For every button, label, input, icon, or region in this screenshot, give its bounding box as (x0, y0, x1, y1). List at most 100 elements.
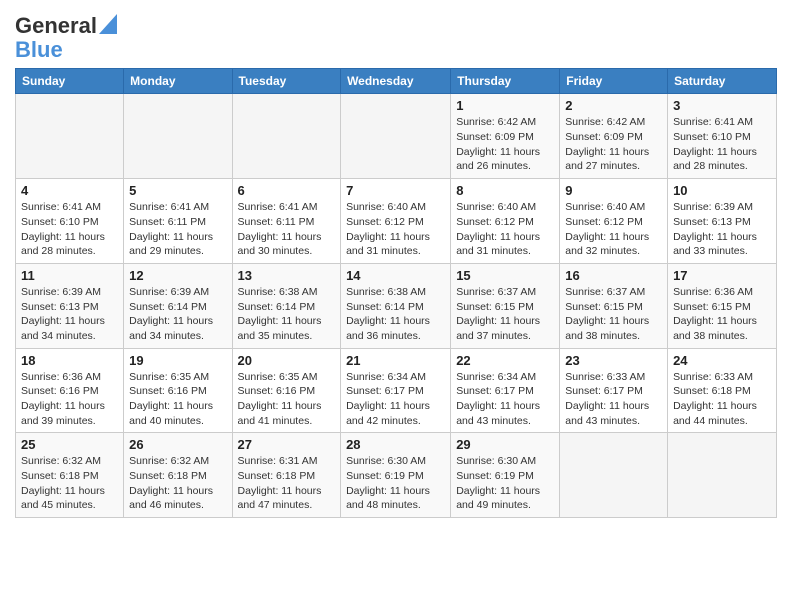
calendar-cell: 27 Sunrise: 6:31 AM Sunset: 6:18 PM Dayli… (232, 433, 341, 518)
day-info: Sunrise: 6:39 AM Sunset: 6:13 PM Dayligh… (673, 200, 771, 259)
day-number: 13 (238, 268, 336, 283)
day-info: Sunrise: 6:38 AM Sunset: 6:14 PM Dayligh… (346, 285, 445, 344)
day-number: 16 (565, 268, 662, 283)
day-info: Sunrise: 6:32 AM Sunset: 6:18 PM Dayligh… (21, 454, 118, 513)
calendar-cell: 9 Sunrise: 6:40 AM Sunset: 6:12 PM Daylig… (560, 179, 668, 264)
day-info: Sunrise: 6:30 AM Sunset: 6:19 PM Dayligh… (346, 454, 445, 513)
day-number: 21 (346, 353, 445, 368)
calendar-cell: 16 Sunrise: 6:37 AM Sunset: 6:15 PM Dayli… (560, 263, 668, 348)
calendar-cell: 17 Sunrise: 6:36 AM Sunset: 6:15 PM Dayli… (668, 263, 777, 348)
weekday-header-row: SundayMondayTuesdayWednesdayThursdayFrid… (16, 69, 777, 94)
calendar-week-row: 25 Sunrise: 6:32 AM Sunset: 6:18 PM Dayli… (16, 433, 777, 518)
calendar-cell: 6 Sunrise: 6:41 AM Sunset: 6:11 PM Daylig… (232, 179, 341, 264)
calendar-cell: 22 Sunrise: 6:34 AM Sunset: 6:17 PM Dayli… (451, 348, 560, 433)
calendar-cell: 11 Sunrise: 6:39 AM Sunset: 6:13 PM Dayli… (16, 263, 124, 348)
calendar-week-row: 18 Sunrise: 6:36 AM Sunset: 6:16 PM Dayli… (16, 348, 777, 433)
day-number: 9 (565, 183, 662, 198)
day-info: Sunrise: 6:39 AM Sunset: 6:13 PM Dayligh… (21, 285, 118, 344)
day-info: Sunrise: 6:37 AM Sunset: 6:15 PM Dayligh… (456, 285, 554, 344)
calendar-week-row: 4 Sunrise: 6:41 AM Sunset: 6:10 PM Daylig… (16, 179, 777, 264)
calendar-cell (341, 94, 451, 179)
calendar-cell: 2 Sunrise: 6:42 AM Sunset: 6:09 PM Daylig… (560, 94, 668, 179)
calendar-cell: 3Sunrise: 6:41 AM Sunset: 6:10 PM Daylig… (668, 94, 777, 179)
weekday-header-sunday: Sunday (16, 69, 124, 94)
calendar-week-row: 1 Sunrise: 6:42 AM Sunset: 6:09 PM Daylig… (16, 94, 777, 179)
day-info: Sunrise: 6:34 AM Sunset: 6:17 PM Dayligh… (346, 370, 445, 429)
day-number: 5 (129, 183, 226, 198)
day-number: 26 (129, 437, 226, 452)
calendar-cell: 13 Sunrise: 6:38 AM Sunset: 6:14 PM Dayli… (232, 263, 341, 348)
logo: General Blue (15, 14, 117, 62)
calendar-cell: 26 Sunrise: 6:32 AM Sunset: 6:18 PM Dayli… (124, 433, 232, 518)
weekday-header-thursday: Thursday (451, 69, 560, 94)
day-number: 1 (456, 98, 554, 113)
calendar-cell (232, 94, 341, 179)
day-number: 25 (21, 437, 118, 452)
day-info: Sunrise: 6:33 AM Sunset: 6:17 PM Dayligh… (565, 370, 662, 429)
day-number: 2 (565, 98, 662, 113)
calendar-cell: 25 Sunrise: 6:32 AM Sunset: 6:18 PM Dayli… (16, 433, 124, 518)
day-number: 29 (456, 437, 554, 452)
calendar-cell: 24 Sunrise: 6:33 AM Sunset: 6:18 PM Dayli… (668, 348, 777, 433)
day-info: Sunrise: 6:36 AM Sunset: 6:15 PM Dayligh… (673, 285, 771, 344)
calendar-cell: 29 Sunrise: 6:30 AM Sunset: 6:19 PM Dayli… (451, 433, 560, 518)
day-number: 28 (346, 437, 445, 452)
calendar-cell: 23 Sunrise: 6:33 AM Sunset: 6:17 PM Dayli… (560, 348, 668, 433)
day-info: Sunrise: 6:33 AM Sunset: 6:18 PM Dayligh… (673, 370, 771, 429)
day-number: 14 (346, 268, 445, 283)
calendar-cell (560, 433, 668, 518)
day-info: Sunrise: 6:42 AM Sunset: 6:09 PM Dayligh… (456, 115, 554, 174)
calendar-cell: 7Sunrise: 6:40 AM Sunset: 6:12 PM Daylig… (341, 179, 451, 264)
day-info: Sunrise: 6:41 AM Sunset: 6:11 PM Dayligh… (129, 200, 226, 259)
day-info: Sunrise: 6:40 AM Sunset: 6:12 PM Dayligh… (565, 200, 662, 259)
day-info: Sunrise: 6:37 AM Sunset: 6:15 PM Dayligh… (565, 285, 662, 344)
day-number: 20 (238, 353, 336, 368)
day-number: 12 (129, 268, 226, 283)
day-info: Sunrise: 6:30 AM Sunset: 6:19 PM Dayligh… (456, 454, 554, 513)
day-number: 17 (673, 268, 771, 283)
day-number: 4 (21, 183, 118, 198)
day-number: 10 (673, 183, 771, 198)
day-number: 19 (129, 353, 226, 368)
logo-text-blue: Blue (15, 37, 63, 62)
calendar-cell: 8 Sunrise: 6:40 AM Sunset: 6:12 PM Daylig… (451, 179, 560, 264)
weekday-header-wednesday: Wednesday (341, 69, 451, 94)
weekday-header-monday: Monday (124, 69, 232, 94)
calendar-cell: 1 Sunrise: 6:42 AM Sunset: 6:09 PM Daylig… (451, 94, 560, 179)
calendar-cell: 5 Sunrise: 6:41 AM Sunset: 6:11 PM Daylig… (124, 179, 232, 264)
calendar-cell (668, 433, 777, 518)
day-number: 22 (456, 353, 554, 368)
logo-text-general: General (15, 14, 97, 38)
day-number: 6 (238, 183, 336, 198)
calendar-cell: 4 Sunrise: 6:41 AM Sunset: 6:10 PM Daylig… (16, 179, 124, 264)
calendar-cell: 12 Sunrise: 6:39 AM Sunset: 6:14 PM Dayli… (124, 263, 232, 348)
calendar-table: SundayMondayTuesdayWednesdayThursdayFrid… (15, 68, 777, 518)
day-info: Sunrise: 6:42 AM Sunset: 6:09 PM Dayligh… (565, 115, 662, 174)
day-info: Sunrise: 6:32 AM Sunset: 6:18 PM Dayligh… (129, 454, 226, 513)
day-info: Sunrise: 6:41 AM Sunset: 6:10 PM Dayligh… (673, 115, 771, 174)
day-info: Sunrise: 6:41 AM Sunset: 6:11 PM Dayligh… (238, 200, 336, 259)
calendar-cell: 21 Sunrise: 6:34 AM Sunset: 6:17 PM Dayli… (341, 348, 451, 433)
day-number: 23 (565, 353, 662, 368)
calendar-week-row: 11 Sunrise: 6:39 AM Sunset: 6:13 PM Dayli… (16, 263, 777, 348)
day-info: Sunrise: 6:34 AM Sunset: 6:17 PM Dayligh… (456, 370, 554, 429)
day-info: Sunrise: 6:39 AM Sunset: 6:14 PM Dayligh… (129, 285, 226, 344)
day-info: Sunrise: 6:36 AM Sunset: 6:16 PM Dayligh… (21, 370, 118, 429)
weekday-header-tuesday: Tuesday (232, 69, 341, 94)
day-info: Sunrise: 6:38 AM Sunset: 6:14 PM Dayligh… (238, 285, 336, 344)
day-number: 24 (673, 353, 771, 368)
calendar-cell: 10 Sunrise: 6:39 AM Sunset: 6:13 PM Dayli… (668, 179, 777, 264)
day-number: 18 (21, 353, 118, 368)
day-number: 27 (238, 437, 336, 452)
day-number: 7 (346, 183, 445, 198)
day-info: Sunrise: 6:40 AM Sunset: 6:12 PM Dayligh… (456, 200, 554, 259)
calendar-cell (16, 94, 124, 179)
day-number: 15 (456, 268, 554, 283)
weekday-header-friday: Friday (560, 69, 668, 94)
day-number: 11 (21, 268, 118, 283)
day-number: 8 (456, 183, 554, 198)
day-info: Sunrise: 6:31 AM Sunset: 6:18 PM Dayligh… (238, 454, 336, 513)
calendar-cell: 18 Sunrise: 6:36 AM Sunset: 6:16 PM Dayli… (16, 348, 124, 433)
day-info: Sunrise: 6:41 AM Sunset: 6:10 PM Dayligh… (21, 200, 118, 259)
day-info: Sunrise: 6:35 AM Sunset: 6:16 PM Dayligh… (129, 370, 226, 429)
